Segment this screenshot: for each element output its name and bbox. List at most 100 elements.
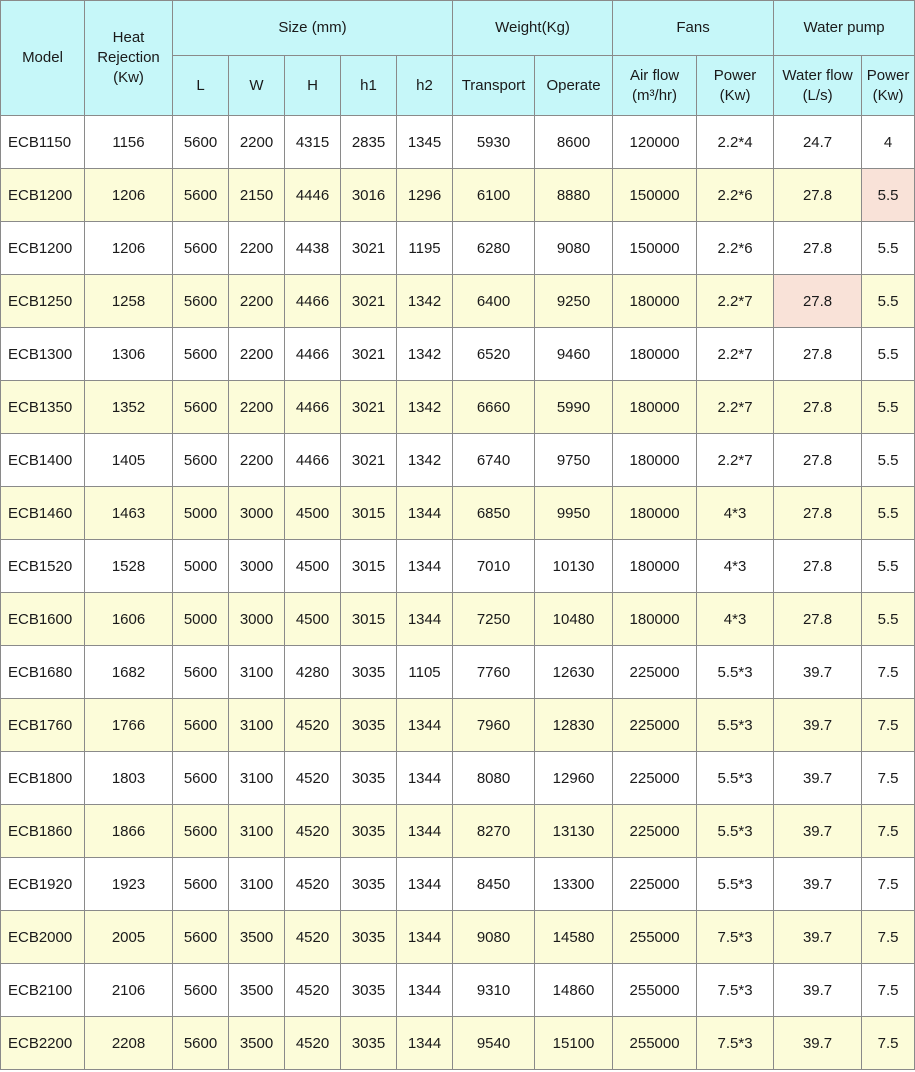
model-cell: ECB1860 — [0, 804, 85, 858]
height-cell: 4500 — [284, 539, 341, 593]
height-cell: 4500 — [284, 592, 341, 646]
operate-weight-cell: 12630 — [534, 645, 614, 699]
pump-power-cell: 5.5 — [861, 168, 915, 222]
h2-cell: 1344 — [395, 857, 454, 911]
h1-cell: 3021 — [340, 433, 397, 487]
pump-power-cell: 7.5 — [861, 804, 915, 858]
h1-cell: 3035 — [340, 1016, 397, 1070]
water-flow-cell: 39.7 — [773, 645, 863, 699]
table-row: ECB1400 1405 5600 2200 4466 3021 1342 6740 9750 1… — [0, 433, 915, 487]
width-cell: 2200 — [228, 433, 285, 487]
h2-cell: 1296 — [395, 168, 454, 222]
operate-weight-cell: 12960 — [534, 751, 614, 805]
length-cell: 5000 — [172, 539, 229, 593]
model-cell: ECB1250 — [0, 274, 85, 328]
header-h1: h1 — [340, 55, 397, 116]
h1-cell: 3035 — [340, 857, 397, 911]
width-cell: 3000 — [228, 539, 285, 593]
water-flow-cell: 27.8 — [773, 274, 863, 328]
height-cell: 4315 — [284, 115, 341, 169]
height-cell: 4500 — [284, 486, 341, 540]
header-fan-power-line1: Power — [713, 66, 757, 84]
pump-power-cell: 7.5 — [861, 645, 915, 699]
h1-cell: 3015 — [340, 539, 397, 593]
width-cell: 3100 — [228, 698, 285, 752]
table-row: ECB2000 2005 5600 3500 4520 3035 1344 9080 14580… — [0, 910, 915, 964]
pump-power-cell: 5.5 — [861, 274, 915, 328]
width-cell: 3100 — [228, 857, 285, 911]
width-cell: 3500 — [228, 963, 285, 1017]
length-cell: 5000 — [172, 592, 229, 646]
h2-cell: 1345 — [395, 115, 454, 169]
width-cell: 2200 — [228, 115, 285, 169]
heat-rejection-cell: 1206 — [84, 168, 173, 222]
operate-weight-cell: 15100 — [534, 1016, 614, 1070]
transport-weight-cell: 7960 — [452, 698, 536, 752]
transport-weight-cell: 9080 — [452, 910, 536, 964]
length-cell: 5600 — [172, 274, 229, 328]
heat-rejection-cell: 1206 — [84, 221, 173, 275]
heat-rejection-cell: 1156 — [84, 115, 173, 169]
model-cell: ECB1680 — [0, 645, 85, 699]
height-cell: 4446 — [284, 168, 341, 222]
transport-weight-cell: 7250 — [452, 592, 536, 646]
air-flow-cell: 180000 — [612, 380, 698, 434]
header-water-pump: Water pump — [773, 0, 915, 56]
water-flow-cell: 27.8 — [773, 327, 863, 381]
table-body: ECB1150 1156 5600 2200 4315 2835 1345 5930 8600 1… — [0, 115, 915, 1070]
height-cell: 4520 — [284, 1016, 341, 1070]
air-flow-cell: 180000 — [612, 486, 698, 540]
header-size: Size (mm) — [171, 0, 454, 56]
height-cell: 4520 — [284, 751, 341, 805]
pump-power-cell: 5.5 — [861, 486, 915, 540]
transport-weight-cell: 5930 — [452, 115, 536, 169]
header-pump-power-line1: Power — [866, 66, 910, 84]
fan-power-cell: 7.5*3 — [696, 1016, 775, 1070]
h1-cell: 3021 — [340, 327, 397, 381]
length-cell: 5600 — [172, 168, 229, 222]
table-row: ECB1760 1766 5600 3100 4520 3035 1344 7960 12830… — [0, 698, 915, 752]
length-cell: 5600 — [172, 857, 229, 911]
fan-power-cell: 2.2*7 — [696, 327, 775, 381]
length-cell: 5600 — [172, 645, 229, 699]
header-heat-rejection-line3: (Kw) — [113, 69, 144, 86]
length-cell: 5600 — [172, 380, 229, 434]
fan-power-cell: 7.5*3 — [696, 963, 775, 1017]
table-row: ECB1200 1206 5600 2150 4446 3016 1296 6100 8880 1… — [0, 168, 915, 222]
h1-cell: 3021 — [340, 380, 397, 434]
water-flow-cell: 39.7 — [773, 910, 863, 964]
air-flow-cell: 180000 — [612, 592, 698, 646]
specification-table: Model Heat Rejection (Kw) Size (mm) Weig… — [0, 0, 915, 1070]
air-flow-cell: 225000 — [612, 645, 698, 699]
transport-weight-cell: 8270 — [452, 804, 536, 858]
fan-power-cell: 4*3 — [696, 592, 775, 646]
height-cell: 4466 — [284, 380, 341, 434]
pump-power-cell: 7.5 — [861, 1016, 915, 1070]
header-air-flow-line1: Air flow — [629, 66, 680, 84]
h1-cell: 3035 — [340, 751, 397, 805]
operate-weight-cell: 9750 — [534, 433, 614, 487]
h1-cell: 2835 — [340, 115, 397, 169]
width-cell: 3000 — [228, 592, 285, 646]
h2-cell: 1344 — [395, 592, 454, 646]
transport-weight-cell: 7010 — [452, 539, 536, 593]
transport-weight-cell: 8080 — [452, 751, 536, 805]
header-pump-power-line2: (Kw) — [872, 86, 904, 104]
air-flow-cell: 225000 — [612, 698, 698, 752]
fan-power-cell: 2.2*6 — [696, 221, 775, 275]
width-cell: 3100 — [228, 751, 285, 805]
h2-cell: 1344 — [395, 804, 454, 858]
length-cell: 5600 — [172, 910, 229, 964]
h2-cell: 1342 — [395, 274, 454, 328]
water-flow-cell: 27.8 — [773, 380, 863, 434]
operate-weight-cell: 8880 — [534, 168, 614, 222]
header-operate-weight: Operate — [534, 55, 614, 116]
length-cell: 5600 — [172, 115, 229, 169]
header-air-flow: Air flow (m³/hr) — [612, 55, 698, 116]
model-cell: ECB1300 — [0, 327, 85, 381]
pump-power-cell: 7.5 — [861, 857, 915, 911]
transport-weight-cell: 6660 — [452, 380, 536, 434]
table-row: ECB1250 1258 5600 2200 4466 3021 1342 6400 9250 1… — [0, 274, 915, 328]
water-flow-cell: 39.7 — [773, 1016, 863, 1070]
h1-cell: 3035 — [340, 804, 397, 858]
